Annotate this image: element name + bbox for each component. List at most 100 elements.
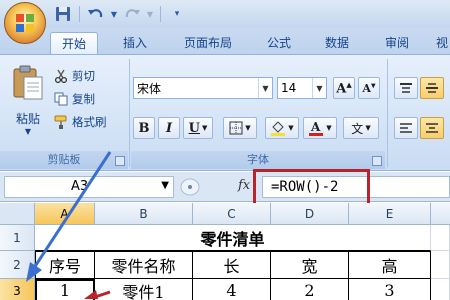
chevron-down-icon[interactable]: ▼ — [202, 124, 207, 132]
italic-label: I — [165, 120, 173, 136]
toolbar-separator — [79, 6, 80, 22]
align-middle-button[interactable] — [420, 77, 444, 99]
header-cell-width[interactable]: 宽 — [271, 251, 349, 279]
italic-button[interactable]: I — [158, 117, 180, 139]
column-header-e[interactable]: E — [349, 203, 431, 225]
chevron-down-icon[interactable]: ▼ — [258, 78, 272, 98]
chevron-down-icon[interactable]: ▼ — [312, 78, 326, 98]
font-size-value: 14 — [281, 81, 297, 95]
shrink-font-icon: A▼ — [362, 81, 376, 95]
align-top-icon — [400, 83, 412, 93]
office-button[interactable] — [4, 2, 46, 44]
chevron-down-icon[interactable]: ▼ — [161, 180, 169, 191]
header-cell-height[interactable]: 高 — [349, 251, 431, 279]
tab-home[interactable]: 开始 — [50, 32, 98, 54]
align-left-button[interactable] — [394, 117, 418, 139]
column-header-a[interactable]: A — [35, 203, 95, 225]
title-bar: ▼ ▼ ▾ — [0, 0, 450, 44]
bold-label: B — [138, 120, 150, 136]
font-color-button[interactable]: A ▼ — [303, 117, 337, 139]
align-top-button[interactable] — [394, 77, 418, 99]
group-separator — [387, 59, 388, 167]
chevron-down-icon[interactable]: ▼ — [288, 124, 293, 132]
align-middle-icon — [426, 83, 438, 93]
copy-button[interactable]: 复制 — [54, 90, 95, 108]
font-name-select[interactable]: 宋体 ▼ — [133, 77, 273, 99]
table-cell[interactable]: 2 — [271, 279, 349, 300]
undo-dropdown-icon[interactable]: ▼ — [109, 4, 119, 24]
format-painter-icon — [54, 115, 67, 129]
font-name-value: 宋体 — [137, 81, 162, 96]
bold-button[interactable]: B — [133, 117, 155, 139]
redo-button[interactable] — [121, 4, 143, 24]
selected-cell-a3[interactable]: 1 — [35, 279, 95, 300]
copy-icon — [54, 92, 68, 106]
paste-button[interactable]: 粘贴 ▼ — [10, 63, 46, 136]
column-header-c[interactable]: C — [193, 203, 271, 225]
select-all-corner[interactable] — [0, 203, 35, 225]
tab-review[interactable]: 审阅 — [372, 32, 422, 54]
sheet-title-cell[interactable]: 零件清单 — [35, 225, 431, 251]
chevron-down-icon[interactable]: ▼ — [326, 124, 331, 132]
table-cell[interactable]: 3 — [349, 279, 431, 300]
phonetic-label: 文 — [351, 121, 364, 136]
font-dialog-launcher-icon[interactable] — [372, 156, 382, 166]
undo-icon — [88, 9, 103, 18]
underline-button[interactable]: U ▼ — [183, 117, 213, 139]
format-painter-button[interactable]: 格式刷 — [54, 113, 107, 131]
redo-dropdown-icon[interactable]: ▼ — [145, 4, 155, 24]
paste-dropdown-icon[interactable]: ▼ — [10, 127, 46, 136]
undo-button[interactable] — [85, 4, 107, 24]
clipboard-dialog-launcher-icon[interactable] — [115, 156, 125, 166]
column-header-d[interactable]: D — [271, 203, 349, 225]
customize-toolbar-icon[interactable]: ▾ — [166, 4, 188, 24]
clipboard-group: 粘贴 ▼ 剪切 复制 格式刷 剪贴板 — [0, 57, 128, 169]
cut-button[interactable]: 剪切 — [54, 67, 95, 85]
format-painter-label: 格式刷 — [72, 115, 107, 129]
chevron-down-icon[interactable]: ▼ — [365, 124, 370, 132]
paint-bucket-icon — [271, 121, 286, 136]
column-header-f[interactable] — [431, 203, 450, 225]
align-center-button[interactable] — [420, 117, 444, 139]
header-cell-length[interactable]: 长 — [193, 251, 271, 279]
column-header-b[interactable]: B — [95, 203, 193, 225]
table-cell[interactable] — [431, 279, 450, 300]
chevron-down-icon[interactable]: ▼ — [245, 124, 250, 132]
align-center-icon — [426, 123, 438, 133]
formula-bar-controls: fx — [180, 177, 260, 197]
row-header-1[interactable]: 1 — [0, 225, 35, 251]
font-group: 宋体 ▼ 14 ▼ A▲ A▼ B I U ▼ ▼ ▼ A ▼ 文 ▼ 字体 — [131, 57, 385, 169]
grow-font-button[interactable]: A▲ — [333, 77, 355, 99]
scissors-icon — [54, 69, 68, 83]
insert-function-button[interactable]: fx — [238, 178, 250, 193]
align-left-icon — [400, 123, 412, 133]
tab-view[interactable]: 视 — [432, 32, 450, 54]
name-box[interactable]: A3 ▼ — [4, 176, 174, 198]
borders-button[interactable]: ▼ — [223, 117, 257, 139]
row-header-3[interactable]: 3 — [0, 279, 35, 300]
table-cell[interactable]: 零件1 — [95, 279, 193, 300]
ribbon-tabs: 开始 插入 页面布局 公式 数据 审阅 视 — [0, 28, 450, 54]
table-cell[interactable] — [431, 225, 450, 251]
font-group-label: 字体 — [131, 151, 385, 169]
tab-page-layout[interactable]: 页面布局 — [172, 32, 244, 54]
tab-formulas[interactable]: 公式 — [254, 32, 304, 54]
fill-color-button[interactable]: ▼ — [265, 117, 299, 139]
phonetic-guide-button[interactable]: 文 ▼ — [343, 117, 379, 139]
tab-data[interactable]: 数据 — [312, 32, 362, 54]
formula-bar: A3 ▼ fx =ROW()-2 — [0, 172, 450, 202]
tab-insert[interactable]: 插入 — [110, 32, 160, 54]
row-header-2[interactable]: 2 — [0, 251, 35, 279]
header-cell-part-name[interactable]: 零件名称 — [95, 251, 193, 279]
save-icon — [56, 7, 70, 21]
shrink-font-button[interactable]: A▼ — [358, 77, 380, 99]
worksheet-grid: A B C D E 1 2 3 零件清单 序号 零件名称 长 宽 高 1 零件1… — [0, 203, 450, 300]
save-button[interactable] — [52, 4, 74, 24]
paste-label: 粘贴 — [15, 112, 40, 126]
font-size-select[interactable]: 14 ▼ — [277, 77, 327, 99]
svg-text:A: A — [310, 120, 321, 134]
table-cell[interactable] — [431, 251, 450, 279]
table-cell[interactable]: 4 — [193, 279, 271, 300]
header-cell-index[interactable]: 序号 — [35, 251, 95, 279]
quick-access-toolbar: ▼ ▼ ▾ — [52, 4, 188, 24]
